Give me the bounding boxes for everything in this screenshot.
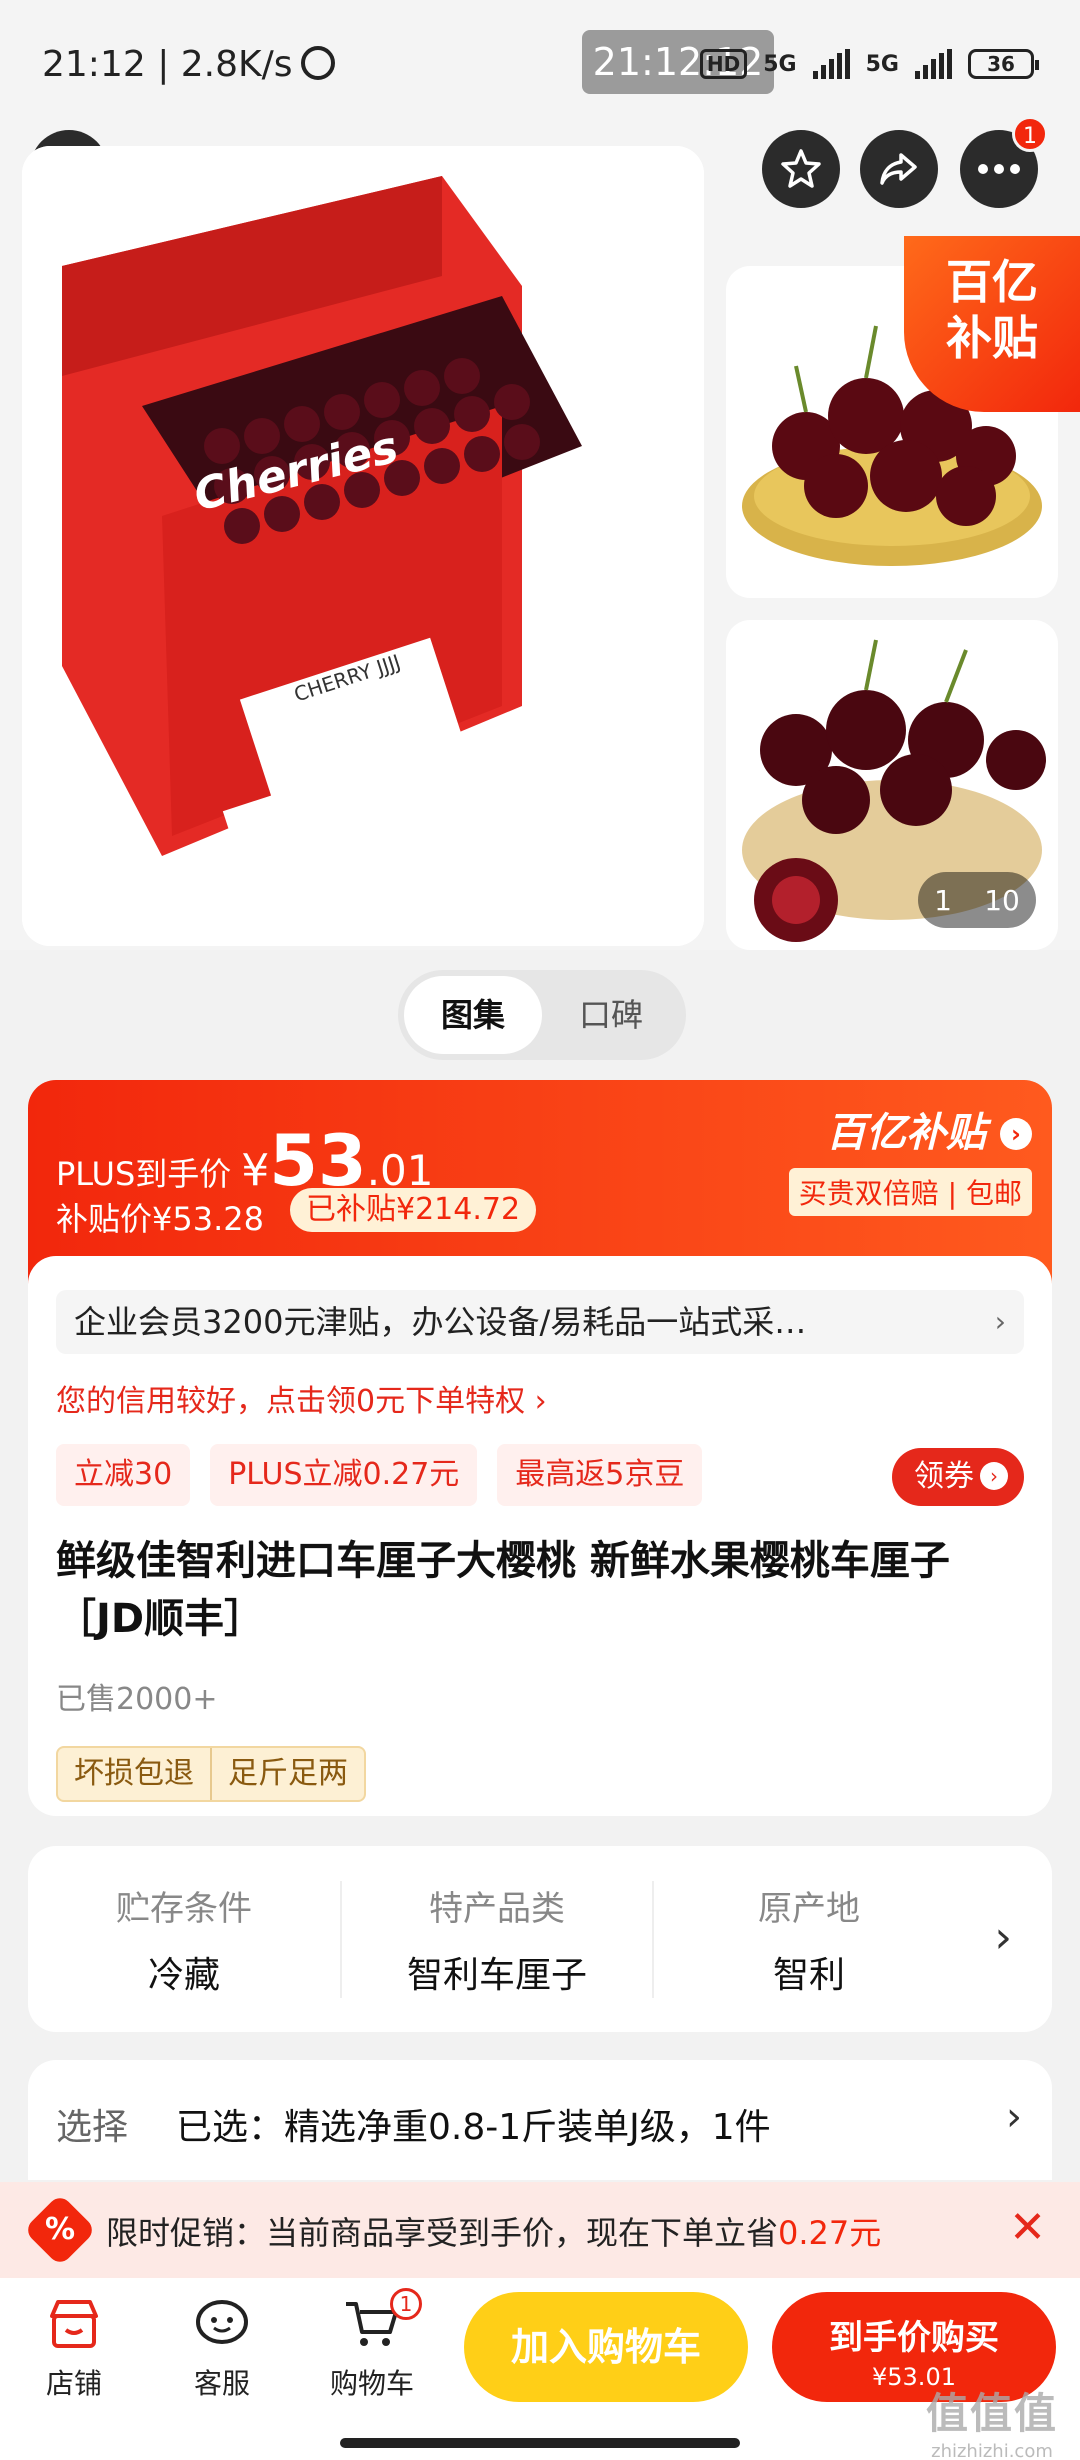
promo-strip-saving: 0.27元 <box>778 2214 882 2252</box>
shop-label: 店铺 <box>45 2367 102 2400</box>
status-bar: 21:12 | 2.8K/s 21:12:12 HD 5G 5G 36 <box>0 0 1080 120</box>
sku-selector[interactable]: 选择 已选：精选净重0.8-1斤装单J级，1件 › <box>28 2060 1052 2180</box>
more-badge: 1 <box>1012 116 1048 152</box>
shop-button[interactable]: 店铺 <box>14 2296 134 2402</box>
gallery-tabs: 图集 口碑 <box>398 970 686 1060</box>
product-title: 鲜级佳智利进口车厘子大樱桃 新鲜水果樱桃车厘子［JD顺丰］ <box>56 1538 950 1642</box>
subsidy-logo: 百亿补贴 › <box>789 1100 1032 1158</box>
spec-value: 冷藏 <box>147 1954 220 1996</box>
coupon-label: 领券 <box>914 1459 974 1494</box>
spec-origin: 原产地 智利 <box>652 1880 964 1998</box>
promo-strip-text: 限时促销：当前商品享受到手价，现在下单立省0.27元 <box>106 2208 881 2254</box>
percent-icon: % <box>23 2193 97 2267</box>
select-label: 选择 <box>56 2107 129 2148</box>
status-time: 21:12 | 2.8K/s <box>42 44 335 85</box>
tab-reviews[interactable]: 口碑 <box>542 976 680 1054</box>
hd-icon: HD <box>699 49 748 79</box>
promo-tag: PLUS立减0.27元 <box>210 1444 478 1506</box>
cherry-box-illustration <box>22 146 704 946</box>
customer-service-button[interactable]: 客服 <box>162 2296 282 2402</box>
subsidy-brand[interactable]: 百亿补贴 › 买贵双倍赔 | 包邮 <box>788 1100 1032 1216</box>
subsidied-tag: 已补贴¥214.72 <box>290 1188 537 1232</box>
chevron-right-icon: › <box>1000 1118 1032 1150</box>
spec-key: 特产品类 <box>429 1888 565 1929</box>
promo-tag: 最高返5京豆 <box>497 1444 703 1506</box>
watermark: 值值值 zhizhizhi.com <box>922 2380 1062 2460</box>
main-product-image[interactable]: Cherries CHERRY JJJJ <box>22 146 704 946</box>
spec-card[interactable]: 贮存条件 冷藏 特产品类 智利车厘子 原产地 智利 › <box>28 1846 1052 2032</box>
spec-key: 原产地 <box>758 1888 860 1929</box>
subsidy-price: 补贴价¥53.28 <box>56 1200 264 1238</box>
favorite-button[interactable] <box>762 130 840 208</box>
promo-tags: 立减30 PLUS立减0.27元 最高返5京豆 <box>56 1444 703 1506</box>
spec-category: 特产品类 智利车厘子 <box>340 1880 652 1998</box>
promo-strip[interactable]: % 限时促销：当前商品享受到手价，现在下单立省0.27元 ✕ <box>0 2182 1080 2278</box>
home-indicator[interactable] <box>340 2438 740 2448</box>
service-tags[interactable]: 坏损包退 足斤足两 <box>56 1746 366 1802</box>
price-label: PLUS到手价 <box>56 1155 232 1193</box>
price-currency: ¥ <box>241 1145 270 1196</box>
cart-button[interactable]: 1 购物车 <box>312 2288 432 2402</box>
promo-strip-message: 限时促销：当前商品享受到手价，现在下单立省 <box>106 2214 779 2252</box>
tab-gallery[interactable]: 图集 <box>404 976 542 1054</box>
enterprise-banner[interactable]: 企业会员3200元津贴，办公设备/易耗品一站式采… › <box>56 1290 1024 1354</box>
spec-value: 智利车厘子 <box>406 1954 587 1996</box>
chevron-right-icon: › <box>994 1305 1006 1338</box>
bottom-action-bar: 店铺 客服 1 购物车 加入购物车 到手价购买 ¥53.01 <box>0 2278 1080 2460</box>
subsidy-logo-text: 百亿补贴 <box>826 1110 987 1156</box>
percent-glyph: % <box>44 2212 76 2247</box>
sold-count: 已售2000+ <box>56 1682 218 1717</box>
watermark-site: zhizhizhi.com <box>931 2441 1053 2460</box>
promo-tag: 立减30 <box>56 1444 191 1506</box>
signal-5g-label-2: 5G <box>865 51 899 77</box>
signal-5g-label-1: 5G <box>763 51 797 77</box>
enterprise-text: 企业会员3200元津贴，办公设备/易耗品一站式采… <box>74 1303 807 1341</box>
corner-badge-line1: 百亿 <box>946 255 1038 309</box>
battery-icon: 36 <box>968 49 1039 79</box>
shop-icon <box>50 2300 98 2348</box>
counter-current: 1 <box>934 883 952 917</box>
guarantee-text: 买贵双倍赔 | 包邮 <box>788 1168 1032 1216</box>
chevron-right-icon: › <box>980 1462 1008 1490</box>
buy-now-label: 到手价购买 <box>829 2318 999 2358</box>
chevron-right-icon: › <box>1006 2094 1022 2140</box>
subsidy-corner-badge: 百亿 补贴 <box>904 236 1080 412</box>
watermark-glyph: 值值值 <box>925 2389 1058 2438</box>
star-icon <box>781 149 821 188</box>
spec-storage: 贮存条件 冷藏 <box>28 1881 340 1998</box>
service-label: 客服 <box>193 2367 250 2400</box>
chevron-right-icon: › <box>994 1912 1012 1963</box>
spec-key: 贮存条件 <box>116 1888 252 1929</box>
share-icon <box>880 153 917 185</box>
get-coupon-button[interactable]: 领券 › <box>892 1448 1024 1506</box>
counter-total: 10 <box>984 883 1020 917</box>
service-tag: 足斤足两 <box>210 1748 364 1800</box>
credit-privilege-link[interactable]: 您的信用较好，点击领0元下单特权 › <box>56 1376 547 1420</box>
image-counter: 1 10 <box>918 872 1036 928</box>
status-icons: HD 5G 5G 36 <box>699 44 1039 84</box>
more-dots-icon <box>978 164 1020 174</box>
cart-label: 购物车 <box>329 2367 414 2400</box>
chat-icon <box>196 2300 248 2344</box>
service-tag: 坏损包退 <box>74 1756 194 1791</box>
spec-value: 智利 <box>772 1954 845 1996</box>
add-to-cart-button[interactable]: 加入购物车 <box>464 2292 748 2402</box>
close-icon[interactable]: ✕ <box>1009 2202 1046 2253</box>
share-button[interactable] <box>860 130 938 208</box>
signal-icon <box>812 49 850 79</box>
corner-badge-line2: 补贴 <box>946 311 1038 365</box>
product-info-card: 企业会员3200元津贴，办公设备/易耗品一站式采… › 您的信用较好，点击领0元… <box>28 1256 1052 1816</box>
more-button[interactable]: 1 <box>960 116 1048 208</box>
cart-badge: 1 <box>390 2288 422 2320</box>
status-time-text: 21:12 | 2.8K/s <box>42 44 293 85</box>
signal-icon-2 <box>915 49 952 79</box>
alarm-icon <box>300 46 335 80</box>
selected-sku: 已选：精选净重0.8-1斤装单J级，1件 <box>176 2107 771 2148</box>
